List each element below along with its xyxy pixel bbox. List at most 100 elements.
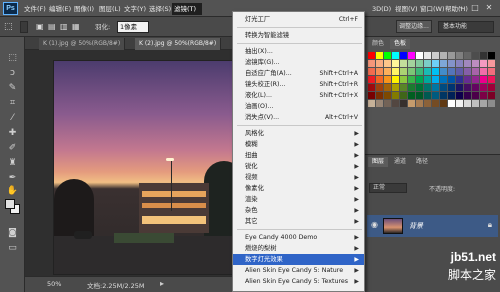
feather-input[interactable]: 1像素 [117,21,149,33]
menu-edit[interactable]: 编辑(E) [47,3,73,15]
color-swatch[interactable] [408,68,415,75]
filter-menu-item[interactable]: 液化(L)... Shift+Ctrl+X [233,90,364,101]
color-swatch[interactable] [400,76,407,83]
color-swatch[interactable] [400,84,407,91]
color-swatch[interactable] [440,52,447,59]
color-swatch[interactable] [416,60,423,67]
color-swatch[interactable] [408,84,415,91]
color-swatch[interactable] [480,76,487,83]
status-arrow-icon[interactable]: ▸ [160,279,164,288]
marquee-tool-icon[interactable]: ⬚ [5,52,20,64]
quick-select-tool-icon[interactable]: ✎ [5,82,20,94]
filter-menu-item[interactable]: 模糊 ▶ [233,139,364,150]
color-swatch[interactable] [456,92,463,99]
color-swatch[interactable] [416,92,423,99]
color-swatch[interactable] [408,52,415,59]
screen-mode-icon[interactable]: ▭ [5,242,20,254]
adjust-edge-button[interactable]: 调整边缘... [396,20,432,33]
visibility-eye-icon[interactable]: ◉ [371,220,378,229]
color-swatch[interactable] [392,68,399,75]
layer-name[interactable]: 背景 [409,221,423,231]
color-swatch[interactable] [384,52,391,59]
filter-menu-item[interactable]: 自适应广角(A)... Shift+Ctrl+A [233,68,364,79]
color-swatch[interactable] [480,68,487,75]
menu-select[interactable]: 选择(S) [147,3,173,15]
color-swatch[interactable] [400,68,407,75]
color-swatch[interactable] [400,60,407,67]
color-swatch[interactable] [440,76,447,83]
stamp-tool-icon[interactable]: ♜ [5,157,20,169]
filter-menu-item[interactable]: 数字灯光效果 ▶ [233,254,364,265]
filter-menu-item[interactable]: 镜头校正(R)... Shift+Ctrl+R [233,79,364,90]
color-swatch[interactable] [488,68,495,75]
color-swatch[interactable] [448,84,455,91]
marquee-icon[interactable]: ⬚ [4,21,13,33]
preset-dropdown[interactable] [20,21,28,33]
color-swatch[interactable] [424,100,431,107]
color-swatch[interactable] [400,100,407,107]
color-swatch[interactable] [376,76,383,83]
crop-tool-icon[interactable]: ⌗ [5,97,20,109]
tab-swatches[interactable]: 色板 [390,39,411,49]
filter-menu-item[interactable]: 消失点(V)... Alt+Ctrl+V [233,112,364,123]
color-swatch[interactable] [488,60,495,67]
color-swatch[interactable] [464,60,471,67]
menu-file[interactable]: 文件(F) [22,3,48,15]
color-swatch[interactable] [416,52,423,59]
filter-menu-item[interactable]: 渲染 ▶ [233,194,364,205]
color-swatch[interactable] [392,60,399,67]
brush-tool-icon[interactable]: ✐ [5,142,20,154]
subtract-selection-icon[interactable]: ▥ [60,21,68,33]
menu-3d[interactable]: 3D(D) [370,3,393,15]
blend-mode-dropdown[interactable]: 正常 [369,183,407,193]
color-swatch[interactable] [384,92,391,99]
new-selection-icon[interactable]: ▣ [36,21,44,33]
workspace-dropdown[interactable]: 基本功能 [438,21,494,33]
color-swatch[interactable] [424,52,431,59]
color-swatch[interactable] [440,68,447,75]
color-swatch[interactable] [424,84,431,91]
color-swatch[interactable] [464,68,471,75]
color-swatch[interactable] [472,60,479,67]
color-swatch[interactable] [456,100,463,107]
color-swatch[interactable] [400,92,407,99]
color-swatch[interactable] [416,68,423,75]
menu-filter[interactable]: 滤镜(T) [172,3,202,15]
color-swatch[interactable] [440,60,447,67]
maximize-icon[interactable]: □ [470,3,480,13]
color-swatch[interactable] [464,84,471,91]
color-swatch[interactable] [488,100,495,107]
filter-menu-item[interactable]: 灯光工厂 Ctrl+F [233,14,364,25]
color-swatch[interactable] [472,84,479,91]
filter-menu-item[interactable]: 杂色 ▶ [233,205,364,216]
color-swatch[interactable] [448,76,455,83]
color-swatch[interactable] [432,100,439,107]
intersect-selection-icon[interactable]: ▦ [72,21,80,33]
color-swatch[interactable] [376,68,383,75]
tab-document-1[interactable]: K (1).jpg @ 50%(RGB/8#) [39,38,126,50]
color-swatch[interactable] [416,100,423,107]
color-swatch[interactable] [488,84,495,91]
color-swatch[interactable] [440,92,447,99]
healing-tool-icon[interactable]: ✚ [5,127,20,139]
filter-menu-item[interactable]: 转换为智能滤镜 [233,30,364,41]
color-swatch[interactable] [480,84,487,91]
tab-color[interactable]: 颜色 [368,39,388,49]
color-swatch[interactable] [440,100,447,107]
tab-layers[interactable]: 图层 [368,157,389,167]
color-swatch[interactable] [456,84,463,91]
color-swatch[interactable] [432,92,439,99]
color-swatch[interactable] [376,52,383,59]
color-swatch[interactable] [432,76,439,83]
color-swatch[interactable] [408,92,415,99]
color-swatch[interactable] [464,52,471,59]
foreground-color-swatch[interactable] [5,199,15,209]
color-swatch[interactable] [368,100,375,107]
filter-menu-item[interactable]: 滤镜库(G)... [233,57,364,68]
quick-mask-icon[interactable]: ◙ [5,227,20,239]
color-swatch[interactable] [392,100,399,107]
color-swatch[interactable] [472,76,479,83]
color-swatch[interactable] [448,100,455,107]
color-swatch[interactable] [416,84,423,91]
color-swatch[interactable] [456,76,463,83]
